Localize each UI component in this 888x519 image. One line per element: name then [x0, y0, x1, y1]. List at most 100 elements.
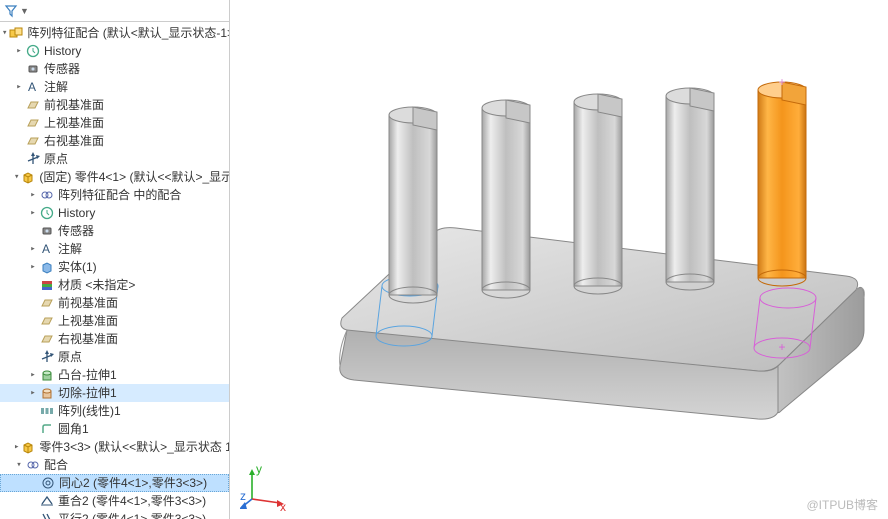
- expander-icon: [28, 298, 38, 308]
- expander-icon[interactable]: ▸: [28, 190, 38, 200]
- axis-triad[interactable]: y x z: [240, 461, 290, 511]
- 3d-viewport[interactable]: +: [230, 0, 888, 519]
- tree-node-label: 右视基准面: [44, 132, 104, 150]
- expander-icon: [29, 478, 39, 488]
- fillet-icon: [39, 421, 55, 437]
- hist-icon: [25, 43, 41, 59]
- 3d-model: +: [230, 0, 888, 519]
- tree-node-15[interactable]: 前视基准面: [0, 294, 229, 312]
- tree-node-20[interactable]: ▸ 切除-拉伸1: [0, 384, 229, 402]
- svg-text:x: x: [280, 500, 286, 511]
- sensor-icon: [25, 61, 41, 77]
- expander-icon[interactable]: ▸: [28, 388, 38, 398]
- plane-icon: [39, 331, 55, 347]
- solid-icon: [39, 259, 55, 275]
- expander-icon[interactable]: ▸: [14, 82, 24, 92]
- tree-node-label: 阵列(线性)1: [58, 402, 121, 420]
- tree-node-label: 平行2 (零件4<1>,零件3<3>): [58, 510, 206, 519]
- sensor-icon: [39, 223, 55, 239]
- tree-node-17[interactable]: 右视基准面: [0, 330, 229, 348]
- tree-node-3[interactable]: ▸A注解: [0, 78, 229, 96]
- mat-icon: [39, 277, 55, 293]
- expander-icon[interactable]: ▸: [28, 370, 38, 380]
- tree-node-27[interactable]: 平行2 (零件4<1>,零件3<3>): [0, 510, 229, 519]
- cylinder-1[interactable]: [389, 107, 437, 303]
- expander-icon[interactable]: ▾: [2, 28, 7, 38]
- tree-node-10[interactable]: ▸ History: [0, 204, 229, 222]
- tree-node-label: 同心2 (零件4<1>,零件3<3>): [59, 474, 207, 492]
- cylinder-5-selected[interactable]: +: [758, 75, 806, 286]
- tree-node-2[interactable]: 传感器: [0, 60, 229, 78]
- tree-node-8[interactable]: ▾ (固定) 零件4<1> (默认<<默认>_显示: [0, 168, 229, 186]
- svg-text:y: y: [256, 462, 262, 476]
- svg-text:A: A: [28, 80, 36, 94]
- watermark: @ITPUB博客: [806, 496, 878, 513]
- filter-dropdown-icon[interactable]: ▼: [20, 6, 29, 16]
- tree-node-4[interactable]: 前视基准面: [0, 96, 229, 114]
- expander-icon[interactable]: ▾: [14, 460, 24, 470]
- tree-node-label: 传感器: [44, 60, 80, 78]
- filter-icon[interactable]: [4, 4, 18, 18]
- tree-node-6[interactable]: 右视基准面: [0, 132, 229, 150]
- feature-tree-panel: ▼ ▾阵列特征配合 (默认<默认_显示状态-1>)▸History传感器▸A注解…: [0, 0, 230, 519]
- tree-node-label: History: [58, 204, 95, 222]
- expander-icon: [28, 280, 38, 290]
- tree-node-22[interactable]: 圆角1: [0, 420, 229, 438]
- tree-node-0[interactable]: ▾ 阵列特征配合 (默认<默认_显示状态-1>): [0, 24, 229, 42]
- expander-icon[interactable]: ▸: [28, 262, 38, 272]
- feature-tree: ▾阵列特征配合 (默认<默认_显示状态-1>)▸History传感器▸A注解前视…: [0, 22, 229, 519]
- cut-icon: [39, 385, 55, 401]
- conc-icon: [40, 475, 56, 491]
- mate-f-icon: [25, 457, 41, 473]
- tree-node-25[interactable]: 同心2 (零件4<1>,零件3<3>): [0, 474, 229, 492]
- tree-node-label: 上视基准面: [44, 114, 104, 132]
- tree-node-14[interactable]: 材质 <未指定>: [0, 276, 229, 294]
- expander-icon: [28, 514, 38, 519]
- cylinder-2[interactable]: [482, 100, 530, 298]
- tree-node-label: 原点: [58, 348, 82, 366]
- tree-node-1[interactable]: ▸ History: [0, 42, 229, 60]
- tree-node-label: 阵列特征配合 中的配合: [58, 186, 181, 204]
- tree-node-26[interactable]: 重合2 (零件4<1>,零件3<3>): [0, 492, 229, 510]
- tree-node-label: History: [44, 42, 81, 60]
- origin-icon: [25, 151, 41, 167]
- tree-node-label: 重合2 (零件4<1>,零件3<3>): [58, 492, 206, 510]
- tree-node-21[interactable]: 阵列(线性)1: [0, 402, 229, 420]
- tree-node-9[interactable]: ▸ 阵列特征配合 中的配合: [0, 186, 229, 204]
- plane-icon: [25, 97, 41, 113]
- expander-icon[interactable]: ▾: [14, 172, 19, 182]
- plane-icon: [39, 295, 55, 311]
- svg-text:+: +: [778, 75, 785, 89]
- cylinder-3[interactable]: [574, 94, 622, 294]
- tree-node-label: 上视基准面: [58, 312, 118, 330]
- annot-icon: A: [39, 241, 55, 257]
- tree-node-16[interactable]: 上视基准面: [0, 312, 229, 330]
- expander-icon[interactable]: ▸: [28, 208, 38, 218]
- expander-icon: [14, 100, 24, 110]
- part-f-icon: [20, 169, 36, 185]
- tree-node-label: (固定) 零件4<1> (默认<<默认>_显示: [39, 168, 230, 186]
- tree-node-23[interactable]: ▸零件3<3> (默认<<默认>_显示状态 1:: [0, 438, 229, 456]
- tree-node-19[interactable]: ▸ 凸台-拉伸1: [0, 366, 229, 384]
- tree-node-12[interactable]: ▸A注解: [0, 240, 229, 258]
- tree-node-label: 凸台-拉伸1: [58, 366, 117, 384]
- tree-node-13[interactable]: ▸实体(1): [0, 258, 229, 276]
- cylinder-4[interactable]: [666, 88, 714, 290]
- tree-node-label: 切除-拉伸1: [58, 384, 117, 402]
- expander-icon[interactable]: ▸: [28, 244, 38, 254]
- coin-icon: [39, 493, 55, 509]
- tree-node-18[interactable]: 原点: [0, 348, 229, 366]
- plane-icon: [25, 133, 41, 149]
- expander-icon: [28, 226, 38, 236]
- tree-node-11[interactable]: 传感器: [0, 222, 229, 240]
- expander-icon: [14, 136, 24, 146]
- expander-icon[interactable]: ▸: [14, 442, 19, 452]
- expander-icon[interactable]: ▸: [14, 46, 24, 56]
- tree-node-label: 阵列特征配合 (默认<默认_显示状态-1>): [27, 24, 230, 42]
- expander-icon: [14, 154, 24, 164]
- expander-icon: [14, 64, 24, 74]
- tree-node-24[interactable]: ▾配合: [0, 456, 229, 474]
- tree-node-5[interactable]: 上视基准面: [0, 114, 229, 132]
- tree-node-7[interactable]: 原点: [0, 150, 229, 168]
- tree-node-label: 材质 <未指定>: [58, 276, 135, 294]
